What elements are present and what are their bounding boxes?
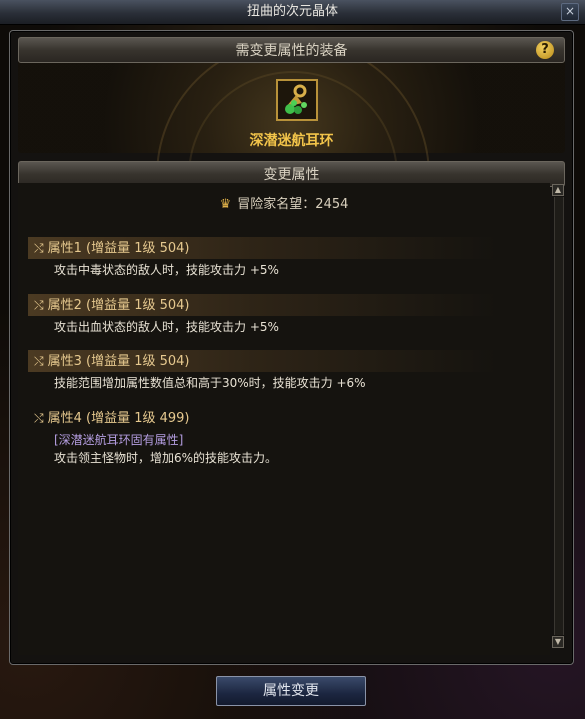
attribute-item[interactable]: ⤭ 属性3 (增益量 1级 504) 技能范围增加属性数值总和高于30%时，技能攻… — [28, 350, 548, 392]
fame-label: 冒险家名望 — [237, 197, 303, 212]
equipment-name: 深潜迷航耳环 — [249, 133, 334, 149]
attribute-title-bar: ⤭ 属性4 (增益量 1级 499) — [28, 407, 548, 429]
attribute-description: 攻击领主怪物时，增加6%的技能攻击力。 — [54, 451, 278, 465]
shuffle-icon: ⤭ — [34, 298, 44, 312]
attribute-title: 属性4 (增益量 1级 499) — [47, 411, 190, 426]
title-bar[interactable]: 扭曲的次元晶体 × — [0, 0, 585, 25]
attribute-item[interactable]: ⤭ 属性2 (增益量 1级 504) 攻击出血状态的敌人时，技能攻击力 +5% — [28, 294, 548, 336]
equipment-slot[interactable] — [276, 79, 318, 121]
attribute-description: 攻击出血状态的敌人时，技能攻击力 +5% — [54, 320, 279, 334]
shuffle-icon: ⤭ — [34, 354, 44, 368]
fame-icon: ♛ — [219, 197, 232, 212]
fixed-attribute-note: [深潜迷航耳环固有属性] — [54, 433, 184, 447]
equipment-section-header: 需变更属性的装备 ? — [18, 37, 565, 63]
scroll-down-button[interactable]: ▼ — [552, 636, 564, 648]
fame-separator: ： — [302, 197, 316, 212]
help-button[interactable]: ? — [536, 41, 554, 59]
attribute-item[interactable]: ⤭ 属性4 (增益量 1级 499) [深潜迷航耳环固有属性] 攻击领主怪物时，增… — [28, 407, 548, 467]
main-panel: 需变更属性的装备 ? 深潜迷航耳环 变更属性 ♛ 冒险家名望：2454 ⤭ 属性… — [9, 30, 574, 665]
equipment-section: 需变更属性的装备 ? 深潜迷航耳环 变更属性 — [18, 37, 565, 313]
adventurer-fame: ♛ 冒险家名望：2454 — [18, 193, 550, 212]
attribute-description: 技能范围增加属性数值总和高于30%时，技能攻击力 +6% — [54, 376, 366, 390]
attribute-item[interactable]: ⤭ 属性1 (增益量 1级 504) 攻击中毒状态的敌人时，技能攻击力 +5% — [28, 237, 548, 279]
shuffle-icon: ⤭ — [34, 241, 44, 255]
shuffle-icon: ⤭ — [34, 411, 44, 425]
change-attribute-button[interactable]: 属性变更 — [216, 676, 366, 706]
earring-item-icon — [278, 81, 316, 119]
attribute-title-bar: ⤭ 属性3 (增益量 1级 504) — [28, 350, 548, 372]
fame-value: 2454 — [315, 197, 349, 212]
attribute-header-label: 变更属性 — [263, 167, 320, 183]
attribute-description: 攻击中毒状态的敌人时，技能攻击力 +5% — [54, 263, 279, 277]
close-button[interactable]: × — [561, 3, 579, 21]
attribute-title: 属性3 (增益量 1级 504) — [47, 354, 190, 369]
window-title: 扭曲的次元晶体 — [246, 4, 338, 19]
attribute-list[interactable]: ♛ 冒险家名望：2454 ⤭ 属性1 (增益量 1级 504) 攻击中毒状态的敌人时… — [18, 183, 550, 655]
scroll-up-button[interactable]: ▲ — [552, 184, 564, 196]
attribute-title-bar: ⤭ 属性1 (增益量 1级 504) — [28, 237, 548, 259]
attribute-title-bar: ⤭ 属性2 (增益量 1级 504) — [28, 294, 548, 316]
scrollbar-track[interactable] — [554, 197, 564, 635]
attribute-title: 属性2 (增益量 1级 504) — [47, 298, 190, 313]
equipment-header-label: 需变更属性的装备 — [235, 43, 348, 59]
attribute-title: 属性1 (增益量 1级 504) — [47, 241, 190, 256]
